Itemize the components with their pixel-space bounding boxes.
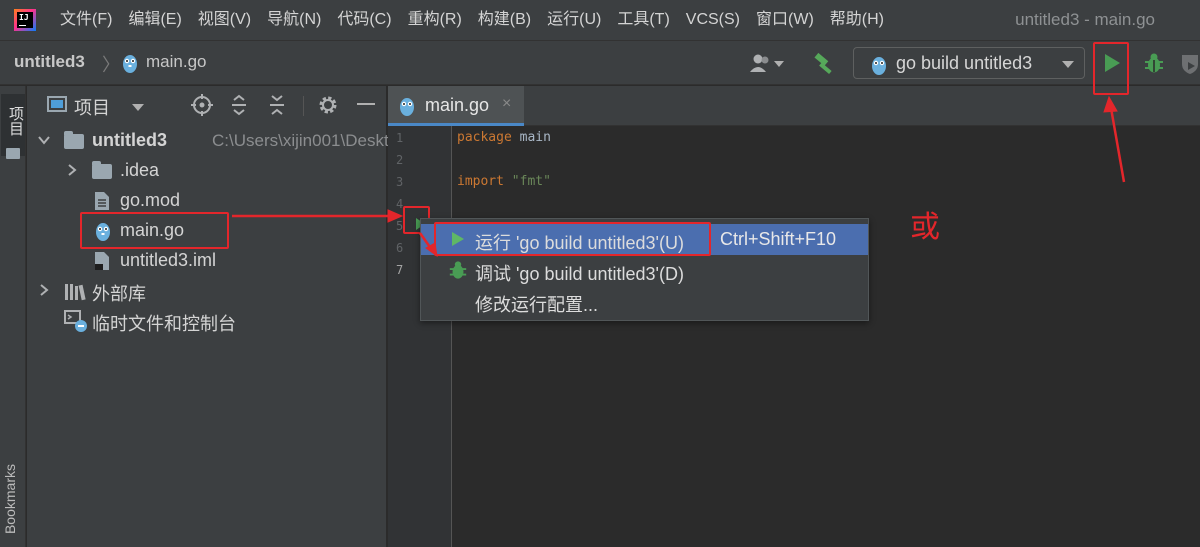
- code-line-1: package main: [457, 130, 551, 145]
- window-title: untitled3 - main.go: [1015, 10, 1155, 29]
- menu-edit[interactable]: 编辑(E): [120, 0, 189, 40]
- annotation-highlight-run-item: [434, 222, 711, 256]
- annotation-highlight-run-button: [1093, 42, 1129, 95]
- project-panel-header: 项目: [27, 86, 387, 126]
- code-string: "fmt": [503, 174, 551, 189]
- user-dropdown-icon[interactable]: [774, 61, 784, 67]
- popup-modify-label: 修改运行配置...: [475, 295, 599, 315]
- line-number: 6: [396, 241, 404, 255]
- chevron-down-icon[interactable]: [132, 104, 144, 111]
- tree-scratches-consoles[interactable]: 临时文件和控制台: [27, 306, 387, 336]
- hide-panel-icon[interactable]: [357, 103, 375, 105]
- menu-vcs[interactable]: VCS(S): [678, 0, 748, 40]
- menu-view[interactable]: 视图(V): [190, 0, 259, 40]
- close-icon[interactable]: ×: [502, 95, 511, 113]
- project-tool-label: 项目: [7, 106, 24, 136]
- menu-tools[interactable]: 工具(T): [609, 0, 677, 40]
- menu-run[interactable]: 运行(U): [539, 0, 609, 40]
- user-icon[interactable]: [750, 53, 772, 78]
- editor-gutter: 1 2 3 4 5 6 7: [388, 126, 452, 547]
- annotation-highlight-main-go: [80, 212, 229, 249]
- run-configuration-label: go build untitled3: [896, 53, 1033, 73]
- line-number: 7: [396, 263, 404, 277]
- run-configuration-selector[interactable]: go build untitled3: [853, 47, 1085, 79]
- folder-icon: [92, 161, 112, 179]
- popup-run-shortcut: Ctrl+Shift+F10: [720, 229, 837, 249]
- popup-item-modify-config[interactable]: 修改运行配置...: [421, 286, 868, 317]
- chevron-down-icon: [1062, 61, 1074, 68]
- build-hammer-icon[interactable]: [812, 52, 836, 81]
- popup-debug-label: 调试 'go build untitled3'(D): [475, 264, 684, 284]
- project-panel-title[interactable]: 项目: [74, 94, 110, 120]
- folder-icon: [6, 148, 20, 159]
- gopher-config-icon: [870, 54, 888, 81]
- line-number: 3: [396, 175, 404, 189]
- debug-bug-icon[interactable]: [1143, 52, 1165, 79]
- left-tool-strip: 项目 Bookmarks: [0, 86, 26, 547]
- project-view-icon: [47, 96, 67, 112]
- scratches-console-icon: [64, 309, 88, 338]
- tree-external-libraries[interactable]: 外部库: [27, 276, 387, 306]
- breadcrumb-separator-icon: 〉: [102, 55, 120, 75]
- code-keyword: package: [457, 130, 512, 145]
- iml-file-icon: [94, 251, 110, 276]
- breadcrumb-project[interactable]: untitled3: [14, 52, 85, 72]
- chevron-down-icon[interactable]: [37, 133, 51, 152]
- line-number: 2: [396, 153, 404, 167]
- bookmarks-tool-window-button[interactable]: Bookmarks: [2, 464, 18, 534]
- tree-item-idea[interactable]: .idea: [27, 156, 387, 186]
- gear-icon[interactable]: [317, 94, 339, 121]
- gopher-file-icon: [121, 52, 139, 79]
- menu-build[interactable]: 构建(B): [470, 0, 539, 40]
- collapse-all-icon[interactable]: [267, 94, 287, 121]
- tree-item-label: go.mod: [120, 190, 181, 210]
- chevron-right-icon[interactable]: [65, 163, 79, 182]
- tree-scratches-label: 临时文件和控制台: [92, 314, 236, 334]
- library-icon: [64, 281, 86, 306]
- expand-all-icon[interactable]: [229, 94, 249, 121]
- tree-root-row[interactable]: untitled3 C:\Users\xijin001\Deskto: [27, 126, 398, 156]
- tab-label: main.go: [425, 95, 490, 115]
- coverage-shield-icon[interactable]: [1180, 53, 1200, 80]
- menu-navigate[interactable]: 导航(N): [259, 0, 329, 40]
- chevron-right-icon[interactable]: [37, 283, 51, 302]
- tree-root-label: untitled3: [92, 130, 167, 150]
- navigation-bar: untitled3 〉 main.go go build untitled3: [0, 40, 1200, 85]
- folder-icon: [64, 131, 84, 149]
- popup-item-debug[interactable]: 调试 'go build untitled3'(D): [421, 255, 868, 286]
- tab-main-go[interactable]: main.go ×: [388, 86, 524, 126]
- menu-code[interactable]: 代码(C): [329, 0, 399, 40]
- tree-root-path: C:\Users\xijin001\Deskto: [212, 131, 399, 150]
- menu-file[interactable]: 文件(F): [52, 0, 120, 40]
- editor-tab-bar: main.go ×: [388, 86, 1200, 126]
- tree-item-label: untitled3.iml: [120, 250, 217, 270]
- menu-window[interactable]: 窗口(W): [748, 0, 822, 40]
- debug-bug-icon: [448, 260, 468, 285]
- menu-refactor[interactable]: 重构(R): [400, 0, 470, 40]
- menu-bar: IJ 文件(F) 编辑(E) 视图(V) 导航(N) 代码(C) 重构(R) 构…: [0, 0, 1200, 40]
- tree-item-iml[interactable]: untitled3.iml: [27, 246, 387, 276]
- toolbar-divider: [303, 96, 304, 116]
- tree-external-libraries-label: 外部库: [92, 284, 146, 304]
- goland-logo-icon: IJ: [14, 9, 36, 31]
- tree-item-label: .idea: [120, 160, 160, 180]
- code-line-3: import "fmt": [457, 174, 551, 189]
- code-editor[interactable]: package main import "fmt": [456, 126, 1200, 547]
- breadcrumb-file[interactable]: main.go: [146, 52, 206, 72]
- code-keyword: import: [457, 174, 504, 189]
- menu-help[interactable]: 帮助(H): [822, 0, 892, 40]
- project-panel: 项目 untitled3 C:\Users\xijin001\Deskto .i…: [27, 86, 398, 547]
- line-number: 1: [396, 131, 404, 145]
- locate-crosshair-icon[interactable]: [191, 94, 213, 121]
- annotation-or-label: 或: [910, 211, 940, 244]
- code-identifier: main: [511, 130, 551, 145]
- project-tool-window-button[interactable]: 项目: [1, 94, 25, 159]
- gopher-file-icon: [398, 95, 416, 122]
